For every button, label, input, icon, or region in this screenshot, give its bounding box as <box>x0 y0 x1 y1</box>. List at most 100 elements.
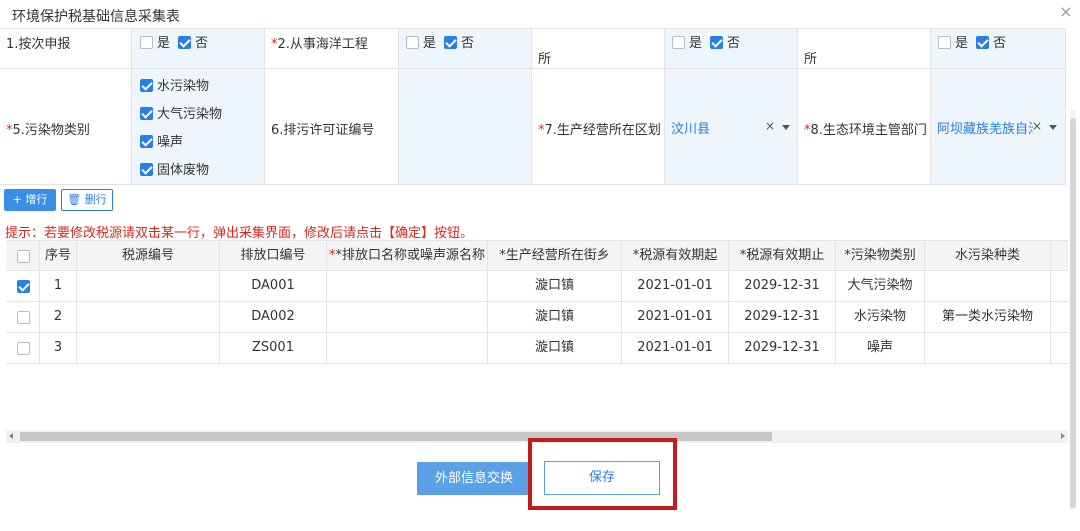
pollutant-label-cell: *5.污染物类别 <box>0 69 132 185</box>
checkbox-checked-icon[interactable] <box>140 163 153 176</box>
pollutant-water-option[interactable]: 水污染物 <box>140 75 209 94</box>
by-times-yes-option[interactable]: 是 <box>140 32 170 51</box>
checkbox-icon[interactable] <box>672 36 685 49</box>
clear-icon[interactable]: × <box>765 119 775 133</box>
chevron-down-icon[interactable] <box>1049 125 1057 130</box>
checkbox-checked-icon[interactable] <box>976 36 989 49</box>
table-cell: 噪声 <box>836 333 925 363</box>
table-cell <box>925 333 1051 363</box>
label-permit-number: 6.排污许可证编号 <box>271 123 375 138</box>
checkbox-icon[interactable] <box>17 342 30 355</box>
field3-no-option[interactable]: 否 <box>710 32 740 51</box>
table-cell: 2 <box>40 302 77 332</box>
table-cell: 2021-01-01 <box>622 302 729 332</box>
table-row[interactable]: 3 ZS001 漩口镇 2021-01-01 2029-12-31 噪声 <box>6 333 1068 364</box>
checkbox-icon[interactable] <box>17 250 30 263</box>
checkbox-checked-icon[interactable] <box>710 36 723 49</box>
external-info-exchange-button[interactable]: 外部信息交换 <box>417 462 531 495</box>
scrollbar-thumb[interactable] <box>1070 118 1076 508</box>
permit-label-cell: 6.排污许可证编号 <box>265 69 399 185</box>
label-cell-3: 所 <box>532 29 665 69</box>
row-select-cell[interactable] <box>6 333 40 363</box>
table-cell: ZS001 <box>220 333 327 363</box>
add-row-button[interactable]: + 增行 <box>4 189 56 211</box>
row-select-cell[interactable] <box>6 302 40 332</box>
clear-icon[interactable]: × <box>1032 119 1042 133</box>
authority-select[interactable]: 阿坝藏族羌族自治 × <box>931 69 1066 185</box>
table-cell: 2021-01-01 <box>622 333 729 363</box>
checkbox-checked-icon[interactable] <box>140 107 153 120</box>
checkbox-icon[interactable] <box>17 311 30 324</box>
close-icon[interactable]: × <box>1058 4 1074 20</box>
table-cell: 2029-12-31 <box>729 302 836 332</box>
pollutant-solid-option[interactable]: 固体废物 <box>140 159 209 178</box>
label-partial-3: 所 <box>538 52 552 67</box>
table-row[interactable]: 1 DA001 漩口镇 2021-01-01 2029-12-31 大气污染物 <box>6 271 1068 302</box>
pollutant-value-cell: 水污染物 大气污染物 噪声 固体废物 <box>132 69 265 185</box>
field4-no-option[interactable]: 否 <box>976 32 1006 51</box>
table-cell <box>925 271 1051 301</box>
permit-number-input[interactable] <box>399 69 532 185</box>
table-cell: 漩口镇 <box>488 333 622 363</box>
table-cell <box>327 271 488 301</box>
table-cell: 2029-12-31 <box>729 271 836 301</box>
table-cell: 漩口镇 <box>488 302 622 332</box>
field3-yes-option[interactable]: 是 <box>672 32 702 51</box>
vertical-scrollbar[interactable] <box>1070 110 1076 510</box>
checkbox-checked-icon[interactable] <box>140 79 153 92</box>
col-header: *污染物类别 <box>836 241 925 271</box>
table-cell: 1 <box>40 271 77 301</box>
save-button[interactable]: 保存 <box>544 461 660 495</box>
table-cell <box>327 333 488 363</box>
scroll-right-icon[interactable] <box>1061 433 1065 439</box>
table-cell: 2029-12-31 <box>729 333 836 363</box>
checkbox-icon[interactable] <box>938 36 951 49</box>
delete-row-button[interactable]: 🗑 删行 <box>61 189 113 211</box>
checkbox-checked-icon[interactable] <box>444 36 457 49</box>
chevron-down-icon[interactable] <box>782 125 790 130</box>
table-cell: 2021-01-01 <box>622 271 729 301</box>
table-cell: DA002 <box>220 302 327 332</box>
checkbox-checked-icon[interactable] <box>178 36 191 49</box>
table-cell: 漩口镇 <box>488 271 622 301</box>
checkbox-icon[interactable] <box>140 36 153 49</box>
authority-label-cell: *8.生态环境主管部门 <box>798 69 931 185</box>
marine-yes-option[interactable]: 是 <box>406 32 436 51</box>
table-cell: 3 <box>40 333 77 363</box>
form-row-1: 1.按次申报 是 否 *2.从事海洋工程 是 否 所 是 否 所 是 否 <box>0 29 1066 69</box>
value-cell-2: 是 否 <box>399 29 532 69</box>
form-row-2: *5.污染物类别 水污染物 大气污染物 噪声 固体废物 6.排污许可证编号 *7… <box>0 69 1066 185</box>
pollutant-air-option[interactable]: 大气污染物 <box>140 103 222 122</box>
district-selected-value: 汶川县 <box>671 122 711 137</box>
header-select-all[interactable] <box>6 241 40 271</box>
row-select-cell[interactable] <box>6 271 40 301</box>
label-authority: *8.生态环境主管部门 <box>804 123 927 138</box>
col-header: 序号 <box>40 241 77 271</box>
table-cell: 水污染物 <box>836 302 925 332</box>
value-cell-3: 是 否 <box>665 29 798 69</box>
col-header: 水污染种类 <box>925 241 1051 271</box>
label-pollutant-type: *5.污染物类别 <box>6 123 90 138</box>
by-times-no-option[interactable]: 否 <box>178 32 208 51</box>
checkbox-checked-icon[interactable] <box>140 135 153 148</box>
table-row[interactable]: 2 DA002 漩口镇 2021-01-01 2029-12-31 水污染物 第一类水污染物 <box>6 302 1068 333</box>
checkbox-checked-icon[interactable] <box>17 280 30 293</box>
checkbox-icon[interactable] <box>406 36 419 49</box>
table-cell <box>77 271 220 301</box>
label-by-times: 1.按次申报 <box>6 37 71 52</box>
label-partial-4: 所 <box>804 52 818 67</box>
dialog-title: 环境保护税基础信息采集表 <box>12 9 180 25</box>
authority-selected-value: 阿坝藏族羌族自治 <box>937 122 1033 137</box>
value-cell-1: 是 否 <box>132 29 265 69</box>
field4-yes-option[interactable]: 是 <box>938 32 968 51</box>
table-cell: 第一类水污染物 <box>925 302 1051 332</box>
marine-no-option[interactable]: 否 <box>444 32 474 51</box>
label-district: *7.生产经营所在区划 <box>538 123 661 138</box>
label-marine-engineering: *2.从事海洋工程 <box>271 37 368 52</box>
value-cell-4: 是 否 <box>931 29 1066 69</box>
col-header: *税源有效期起 <box>622 241 729 271</box>
scroll-left-icon[interactable] <box>9 433 13 439</box>
district-select[interactable]: 汶川县 × <box>665 69 798 185</box>
label-cell-4: 所 <box>798 29 931 69</box>
pollutant-noise-option[interactable]: 噪声 <box>140 131 183 150</box>
